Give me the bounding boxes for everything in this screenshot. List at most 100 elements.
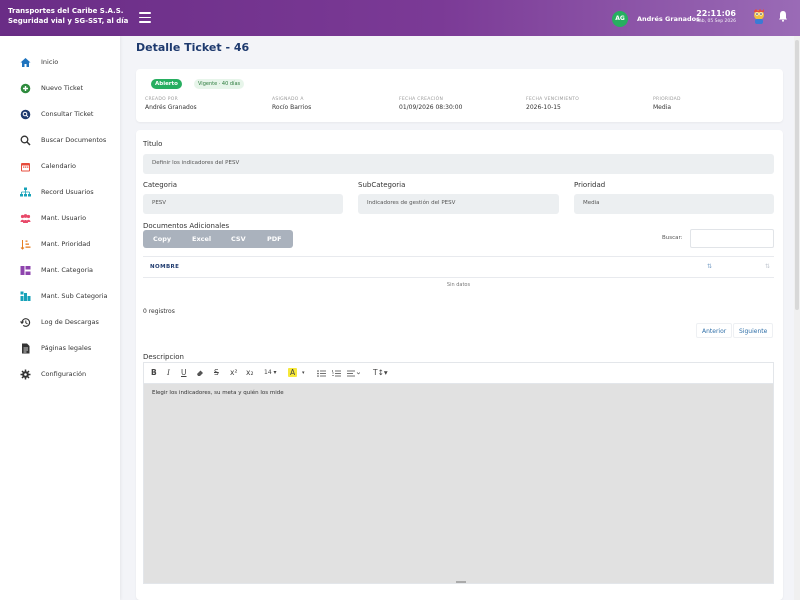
- meta-label: ASIGNADO A: [272, 97, 304, 102]
- sidebar-item-label: Calendario: [41, 162, 77, 170]
- page-title: Detalle Ticket - 46: [136, 41, 250, 54]
- sidebar-item-mant-prioridad[interactable]: Mant. Prioridad: [0, 234, 120, 254]
- gear-icon: [20, 369, 31, 380]
- sort-priority-icon: [20, 240, 31, 250]
- user-name[interactable]: Andrés Granados: [637, 15, 700, 23]
- meta-assigned-to: ASIGNADO A Rocío Barrios: [272, 97, 311, 111]
- next-page-button[interactable]: Siguiente: [733, 323, 774, 338]
- clock-time: 22:11:06: [696, 9, 736, 18]
- bell-icon[interactable]: [778, 10, 788, 22]
- clock: 22:11:06 Sáb, 05 Sep 2026: [694, 9, 736, 25]
- sidebar-item-mant-categoria[interactable]: Mant. Categoria: [0, 260, 120, 280]
- categoria-field[interactable]: PESV: [143, 194, 343, 214]
- search-input[interactable]: [690, 229, 774, 248]
- superscript-button[interactable]: x²: [230, 368, 237, 377]
- sidebar-item-mant-usuario[interactable]: Mant. Usuario: [0, 208, 120, 228]
- text-format-button[interactable]: T↕▾: [373, 368, 388, 377]
- brand-name: Transportes del Caribe S.A.S.: [8, 7, 124, 15]
- home-icon: [20, 58, 31, 67]
- sidebar-item-log-descargas[interactable]: Log de Descargas: [0, 312, 120, 332]
- resize-handle[interactable]: [456, 581, 466, 583]
- excel-button[interactable]: Excel: [192, 235, 211, 243]
- calendar-icon: [21, 163, 30, 172]
- export-button-group: Copy Excel CSV PDF: [143, 230, 293, 248]
- brand-tagline: Seguridad vial y SG-SST, al día: [8, 17, 129, 25]
- empty-table-message: Sin datos: [446, 282, 471, 288]
- sidebar-item-label: Log de Descargas: [41, 318, 99, 326]
- ticket-detail-card: Titulo Definir los indicadores del PESV …: [136, 130, 783, 600]
- bold-button[interactable]: B: [151, 368, 157, 377]
- sidebar-item-mant-sub-categoria[interactable]: Mant. Sub Categoria: [0, 286, 120, 306]
- sidebar-item-label: Mant. Sub Categoria: [41, 292, 108, 300]
- mascot-icon[interactable]: [752, 9, 766, 25]
- sidebar-item-label: Inicio: [41, 58, 59, 66]
- plus-circle-icon: [20, 83, 31, 94]
- sort-asc-icon[interactable]: ⇅: [707, 263, 712, 270]
- align-icon[interactable]: [347, 370, 360, 377]
- avatar[interactable]: AG: [612, 11, 628, 27]
- font-size-select[interactable]: 14 ▾: [264, 369, 277, 376]
- column-header-nombre[interactable]: NOMBRE: [150, 264, 179, 270]
- copy-button[interactable]: Copy: [153, 235, 171, 243]
- sort-icon[interactable]: ⇅: [765, 263, 770, 270]
- scrollbar-thumb[interactable]: [795, 40, 799, 310]
- sidebar-item-label: Configuración: [41, 370, 87, 378]
- titulo-field[interactable]: Definir los indicadores del PESV: [143, 154, 774, 174]
- descripcion-label: Descripcion: [143, 353, 184, 361]
- meta-value: 01/09/2026 08:30:00: [399, 104, 463, 111]
- sidebar-item-label: Mant. Prioridad: [41, 240, 91, 248]
- menu-icon[interactable]: [139, 12, 151, 23]
- sidebar-item-buscar-documentos[interactable]: Buscar Documentos: [0, 130, 120, 150]
- prioridad-label: Prioridad: [574, 181, 606, 189]
- brand[interactable]: Transportes del Caribe S.A.S. Seguridad …: [8, 6, 128, 26]
- subscript-button[interactable]: x₂: [246, 368, 253, 377]
- meta-label: FECHA CREACIÓN: [399, 97, 444, 102]
- pdf-button[interactable]: PDF: [267, 235, 282, 243]
- strikethrough-button[interactable]: S: [214, 368, 219, 377]
- document-icon: [22, 343, 30, 354]
- sidebar-item-calendario[interactable]: Calendario: [0, 156, 120, 176]
- underline-button[interactable]: U: [181, 368, 187, 377]
- users-icon: [20, 214, 31, 223]
- bulleted-list-icon[interactable]: [317, 370, 326, 377]
- meta-label: FECHA VENCIMIENTO: [526, 97, 580, 102]
- prioridad-field[interactable]: Media: [574, 194, 774, 214]
- sidebar-item-inicio[interactable]: Inicio: [0, 52, 120, 72]
- titulo-label: Titulo: [143, 140, 163, 148]
- sidebar-item-label: Record Usuarios: [41, 188, 94, 196]
- highlight-color-button[interactable]: A: [288, 368, 298, 377]
- color-dropdown-icon[interactable]: ▾: [302, 370, 305, 376]
- editor-content[interactable]: Elegir los indicadores, su meta y quién …: [144, 384, 773, 583]
- meta-value: Andrés Granados: [145, 104, 197, 111]
- subcategoria-field[interactable]: Indicadores de gestión del PESV: [358, 194, 559, 214]
- numbered-list-icon[interactable]: [332, 370, 341, 377]
- sidebar-item-label: Mant. Categoria: [41, 266, 94, 274]
- meta-value: Rocío Barrios: [272, 104, 312, 111]
- italic-button[interactable]: I: [167, 368, 170, 377]
- sidebar-item-consultar-ticket[interactable]: Consultar Ticket: [0, 104, 120, 124]
- meta-created-date: FECHA CREACIÓN 01/09/2026 08:30:00: [399, 97, 462, 111]
- rich-text-editor: B I U S x² x₂ 14 ▾ A ▾ T↕▾ Elegir los in…: [143, 362, 774, 584]
- categoria-label: Categoria: [143, 181, 178, 189]
- ticket-summary-card: Abierto Vigente · 40 días CREADO POR And…: [136, 69, 783, 122]
- meta-due-date: FECHA VENCIMIENTO 2026-10-15: [526, 97, 579, 111]
- meta-label: CREADO POR: [145, 97, 179, 102]
- sidebar-item-label: Páginas legales: [41, 344, 92, 352]
- eraser-icon[interactable]: [196, 369, 204, 377]
- meta-created-by: CREADO POR Andrés Granados: [145, 97, 197, 111]
- sidebar-item-record-usuarios[interactable]: Record Usuarios: [0, 182, 120, 202]
- sidebar-item-paginas-legales[interactable]: Páginas legales: [0, 338, 120, 358]
- validity-badge: Vigente · 40 días: [194, 79, 245, 89]
- meta-value: 2026-10-15: [526, 104, 561, 111]
- top-bar: Transportes del Caribe S.A.S. Seguridad …: [0, 0, 800, 36]
- sidebar-item-configuracion[interactable]: Configuración: [0, 364, 120, 384]
- previous-page-button[interactable]: Anterior: [696, 323, 733, 338]
- sidebar-item-nuevo-ticket[interactable]: Nuevo Ticket: [0, 78, 120, 98]
- sidebar: Inicio Nuevo Ticket Consultar Ticket Bus…: [0, 36, 120, 600]
- subcategory-icon: [20, 291, 31, 301]
- sidebar-item-label: Mant. Usuario: [41, 214, 87, 222]
- editor-text: Elegir los indicadores, su meta y quién …: [152, 390, 284, 396]
- csv-button[interactable]: CSV: [231, 235, 246, 243]
- clock-date: Sáb, 05 Sep 2026: [696, 19, 736, 24]
- sitemap-icon: [20, 187, 31, 197]
